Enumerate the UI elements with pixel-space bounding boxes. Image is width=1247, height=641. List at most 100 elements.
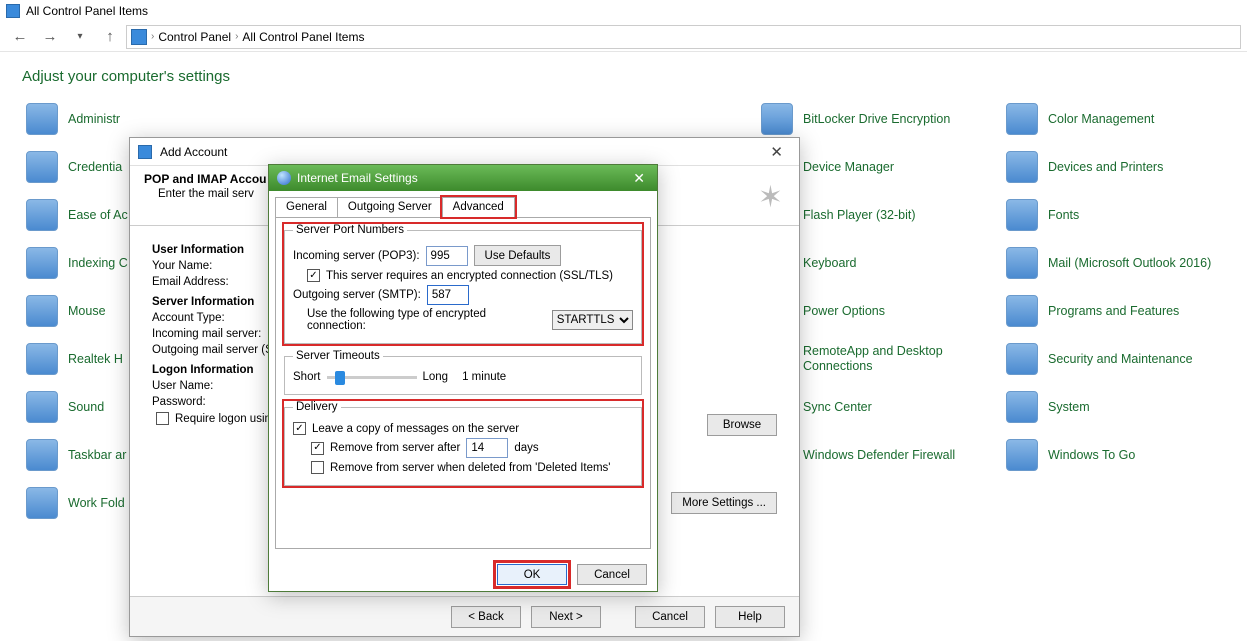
navbar: ← → ▾ ↑ › Control Panel › All Control Pa…: [0, 22, 1247, 52]
dialog-titlebar: Internet Email Settings ✕: [269, 165, 657, 191]
breadcrumb[interactable]: › Control Panel › All Control Panel Item…: [126, 25, 1241, 49]
item-label: Security and Maintenance: [1048, 352, 1193, 367]
control-panel-item[interactable]: Programs and Features: [1000, 287, 1245, 335]
remove-deleted-checkbox[interactable]: [311, 461, 324, 474]
item-label: RemoteApp and Desktop Connections: [803, 344, 983, 374]
cancel-button[interactable]: Cancel: [577, 564, 647, 585]
timeout-slider[interactable]: [327, 376, 417, 379]
dialog-title: Add Account: [160, 145, 227, 159]
label-short: Short: [293, 371, 321, 383]
item-icon: [1006, 199, 1038, 231]
item-label: Programs and Features: [1048, 304, 1179, 319]
back-button[interactable]: ←: [6, 24, 34, 50]
dialog-titlebar: Add Account ✕: [130, 138, 799, 166]
window-titlebar: All Control Panel Items: [0, 0, 1247, 22]
item-icon: [26, 103, 58, 135]
breadcrumb-item[interactable]: Control Panel: [158, 30, 231, 44]
browse-button[interactable]: Browse: [707, 414, 777, 436]
internet-email-settings-dialog: Internet Email Settings ✕ General Outgoi…: [268, 164, 658, 592]
up-button[interactable]: ↑: [96, 24, 124, 50]
item-label: Mail (Microsoft Outlook 2016): [1048, 256, 1211, 271]
timeout-value: 1 minute: [462, 371, 506, 383]
encryption-select[interactable]: STARTTLS: [552, 310, 633, 330]
item-icon: [26, 247, 58, 279]
control-panel-item[interactable]: Administr: [20, 95, 265, 143]
control-panel-item[interactable]: Devices and Printers: [1000, 143, 1245, 191]
item-icon: [26, 439, 58, 471]
control-panel-item[interactable]: BitLocker Drive Encryption: [755, 95, 1000, 143]
item-icon: [1006, 295, 1038, 327]
item-label: Windows To Go: [1048, 448, 1135, 463]
back-button[interactable]: < Back: [451, 606, 521, 628]
item-icon: [26, 343, 58, 375]
use-defaults-button[interactable]: Use Defaults: [474, 245, 562, 266]
control-panel-item[interactable]: Windows To Go: [1000, 431, 1245, 479]
wizard-heading: POP and IMAP Accou: [144, 172, 266, 186]
close-icon[interactable]: ✕: [762, 143, 791, 161]
item-label: Color Management: [1048, 112, 1154, 127]
item-label: Device Manager: [803, 160, 894, 175]
item-icon: [1006, 439, 1038, 471]
item-icon: [761, 103, 793, 135]
breadcrumb-item[interactable]: All Control Panel Items: [242, 30, 364, 44]
label-incoming-pop3: Incoming server (POP3):: [293, 250, 420, 262]
forward-button[interactable]: →: [36, 24, 64, 50]
leave-copy-checkbox[interactable]: ✓: [293, 422, 306, 435]
item-label: Devices and Printers: [1048, 160, 1163, 175]
outgoing-port-input[interactable]: [427, 285, 469, 305]
item-label: Sync Center: [803, 400, 872, 415]
remove-after-label: Remove from server after: [330, 442, 460, 454]
next-button[interactable]: Next >: [531, 606, 601, 628]
tab-row: General Outgoing Server Advanced: [275, 197, 651, 217]
wizard-subheading: Enter the mail serv: [144, 188, 254, 200]
item-label: Sound: [68, 400, 104, 415]
label-outgoing-smtp: Outgoing server (SMTP):: [293, 289, 421, 301]
leave-copy-label: Leave a copy of messages on the server: [312, 423, 519, 435]
control-panel-icon: [6, 4, 20, 18]
more-settings-button[interactable]: More Settings ...: [671, 492, 777, 514]
item-icon: [1006, 103, 1038, 135]
tab-advanced[interactable]: Advanced: [442, 197, 515, 217]
item-icon: [26, 199, 58, 231]
tab-outgoing[interactable]: Outgoing Server: [337, 197, 443, 217]
ok-button[interactable]: OK: [497, 564, 567, 585]
item-icon: [1006, 247, 1038, 279]
control-panel-item[interactable]: Mail (Microsoft Outlook 2016): [1000, 239, 1245, 287]
item-label: Fonts: [1048, 208, 1079, 223]
remove-days-input[interactable]: [466, 438, 508, 458]
dialog-title: Internet Email Settings: [297, 171, 418, 185]
remove-after-checkbox[interactable]: ✓: [311, 442, 324, 455]
control-panel-item[interactable]: Fonts: [1000, 191, 1245, 239]
close-icon[interactable]: ✕: [629, 170, 649, 187]
sparkle-icon: ✶: [758, 180, 783, 215]
incoming-port-input[interactable]: [426, 246, 468, 266]
item-label: Credentia: [68, 160, 122, 175]
help-button[interactable]: Help: [715, 606, 785, 628]
globe-icon: [277, 171, 291, 185]
ssl-checkbox[interactable]: ✓: [307, 269, 320, 282]
item-label: Taskbar ar: [68, 448, 126, 463]
item-label: Administr: [68, 112, 120, 127]
group-legend: Delivery: [293, 401, 341, 413]
item-label: Ease of Ac: [68, 208, 128, 223]
checkbox-icon: [156, 412, 169, 425]
item-label: Windows Defender Firewall: [803, 448, 955, 463]
control-panel-item[interactable]: Color Management: [1000, 95, 1245, 143]
item-label: Keyboard: [803, 256, 857, 271]
page-heading: Adjust your computer's settings: [0, 52, 1247, 95]
chevron-icon: ›: [235, 31, 238, 42]
window-title: All Control Panel Items: [26, 4, 148, 18]
group-server-port-numbers: Server Port Numbers Incoming server (POP…: [284, 224, 642, 344]
recent-dropdown[interactable]: ▾: [66, 24, 94, 50]
item-icon: [1006, 391, 1038, 423]
item-label: Mouse: [68, 304, 106, 319]
item-icon: [1006, 151, 1038, 183]
tab-general[interactable]: General: [275, 197, 338, 217]
item-label: Work Fold: [68, 496, 125, 511]
item-label: BitLocker Drive Encryption: [803, 112, 950, 127]
control-panel-item[interactable]: Security and Maintenance: [1000, 335, 1245, 383]
cancel-button[interactable]: Cancel: [635, 606, 705, 628]
control-panel-item[interactable]: System: [1000, 383, 1245, 431]
chevron-icon: ›: [151, 31, 154, 42]
item-label: Power Options: [803, 304, 885, 319]
